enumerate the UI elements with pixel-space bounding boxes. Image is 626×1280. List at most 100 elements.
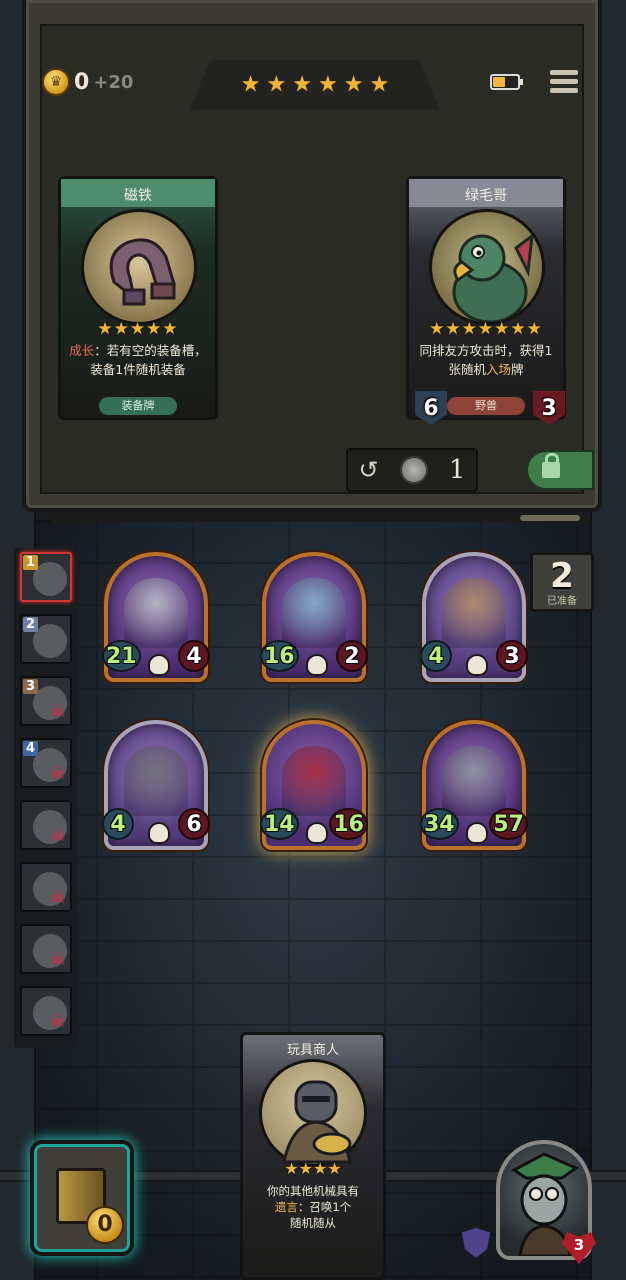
skull-icon <box>466 654 488 676</box>
refresh-cost: 1 <box>448 455 466 485</box>
card-stars: ★★★★★★★ <box>409 319 563 339</box>
shop-card-green-parrot[interactable]: 绿毛哥 ★★★★★★★ 同排友方攻击时，获得1张随机入场牌 野兽 6 3 <box>406 176 566 425</box>
magnet-icon <box>109 238 176 306</box>
rocket-art <box>442 578 506 648</box>
star-icon: ★ <box>292 72 312 97</box>
hand-card-toy-merchant[interactable]: 玩具商人 ★★★★ 你的其他机械具有 遗言：召唤1个 随机随从 <box>240 1032 386 1280</box>
card-type-tag: 装备牌 <box>99 397 177 415</box>
skull-icon: ☠ <box>49 887 66 908</box>
minion-health: 2 <box>336 640 368 672</box>
star-icon: ★ <box>298 1159 313 1178</box>
minion-attack: 34 <box>420 808 459 840</box>
opponent-slot[interactable]: 2 <box>20 614 72 664</box>
toy-merchant-portrait <box>259 1059 367 1167</box>
cannon-art <box>442 746 506 816</box>
skull-icon: ☠ <box>49 1011 66 1032</box>
minion-clown[interactable]: 14 16 <box>260 720 368 850</box>
refresh-icon: ↺ <box>358 456 379 484</box>
card-health: 3 <box>533 391 565 425</box>
minion-robot[interactable]: 21 4 <box>102 552 210 682</box>
tavern-tier: ★ ★ ★ ★ ★ ★ <box>190 60 440 110</box>
skull-icon <box>148 654 170 676</box>
minion-cannon[interactable]: 34 57 <box>420 720 528 850</box>
star-icon: ★ <box>477 319 495 339</box>
opponent-avatar <box>33 562 67 596</box>
rabbit-art <box>282 578 346 648</box>
gold-value: 0 <box>74 69 90 95</box>
minion-health: 3 <box>496 640 528 672</box>
robot-art <box>124 578 188 648</box>
shop-card-magnet[interactable]: 磁铁 ★★★★★ 成长：若有空的装备槽，装备1件随机装备 装备牌 <box>58 176 218 420</box>
opponent-rank: 4 <box>23 741 39 756</box>
sell-bin[interactable]: 0 <box>30 1140 134 1256</box>
minion-rabbit[interactable]: 16 2 <box>260 552 368 682</box>
shop-handle-bar[interactable] <box>50 514 590 522</box>
card-stars: ★★★★★ <box>61 319 215 339</box>
opponent-slot[interactable]: ☠ <box>20 986 72 1036</box>
skull-icon <box>306 654 328 676</box>
star-icon: ★ <box>284 1159 299 1178</box>
minion-knight[interactable]: 46 <box>102 720 210 850</box>
star-icon: ★ <box>129 319 147 339</box>
card-stars: ★★★★ <box>243 1159 383 1178</box>
minion-health: 16 <box>329 808 368 840</box>
ready-label: 已准备 <box>547 596 577 607</box>
star-icon: ★ <box>526 319 543 339</box>
star-icon: ★ <box>113 319 130 339</box>
star-icon: ★ <box>313 1159 328 1178</box>
card-description: 同排友方攻击时，获得1张随机入场牌 <box>419 343 553 377</box>
ready-count: 2 <box>550 556 574 596</box>
opponent-rank: 3 <box>23 679 39 694</box>
star-icon: ★ <box>327 1159 342 1178</box>
sell-value: 0 <box>86 1206 124 1244</box>
minion-rocket[interactable]: 43 <box>420 552 528 682</box>
card-name: 绿毛哥 <box>465 188 507 204</box>
star-icon: ★ <box>445 319 462 339</box>
gold-display: ♛ 0 +20 <box>42 68 133 96</box>
minion-attack: 14 <box>260 808 299 840</box>
refresh-button[interactable]: ↺ 1 <box>346 448 478 492</box>
opponent-slot[interactable]: 4 ☠ <box>20 738 72 788</box>
card-type-tag: 野兽 <box>447 397 525 415</box>
opponent-slot[interactable]: ☠ <box>20 862 72 912</box>
star-icon: ★ <box>343 72 364 97</box>
star-icon: ★ <box>494 319 511 339</box>
skull-icon <box>306 822 328 844</box>
opponent-slot[interactable]: ☠ <box>20 924 72 974</box>
opponent-avatar <box>33 624 67 658</box>
opponent-rank: 2 <box>23 617 39 632</box>
opponent-rank: 1 <box>23 555 39 570</box>
star-icon: ★ <box>318 72 338 97</box>
star-icon: ★ <box>510 319 527 339</box>
lock-shop-button[interactable] <box>526 450 594 490</box>
knight-icon <box>282 1080 352 1164</box>
star-icon: ★ <box>240 72 261 97</box>
opponent-slot[interactable]: ☠ <box>20 800 72 850</box>
coin-icon <box>399 456 428 484</box>
minion-health: 57 <box>489 808 528 840</box>
minion-health: 4 <box>178 640 210 672</box>
parrot-icon <box>452 232 534 322</box>
minion-attack: 4 <box>420 640 452 672</box>
ready-counter: 2 已准备 <box>530 552 594 612</box>
opponent-slot[interactable]: 1 <box>20 552 72 602</box>
top-bar: ♛ 0 +20 ★ ★ ★ ★ ★ ★ <box>0 0 626 110</box>
skull-icon: ☠ <box>49 701 66 722</box>
star-icon: ★ <box>429 319 446 339</box>
battery-level <box>493 77 505 87</box>
star-icon: ★ <box>162 319 179 339</box>
opponent-list: 1 2 3 ☠ 4 ☠ ☠ ☠ ☠ ☠ <box>14 548 78 1048</box>
minion-attack: 16 <box>260 640 299 672</box>
crown-coin-icon: ♛ <box>42 68 70 96</box>
magnet-portrait <box>81 209 197 325</box>
opponent-slot[interactable]: 3 ☠ <box>20 676 72 726</box>
skull-icon <box>148 822 170 844</box>
star-icon: ★ <box>97 319 114 339</box>
minion-health: 6 <box>178 808 210 840</box>
gold-income: +20 <box>93 71 134 93</box>
card-name: 磁铁 <box>124 188 152 204</box>
minion-attack: 21 <box>102 640 141 672</box>
menu-icon[interactable] <box>550 70 578 96</box>
skull-icon: ☠ <box>49 949 66 970</box>
hero-portrait[interactable]: 3 <box>496 1140 596 1264</box>
